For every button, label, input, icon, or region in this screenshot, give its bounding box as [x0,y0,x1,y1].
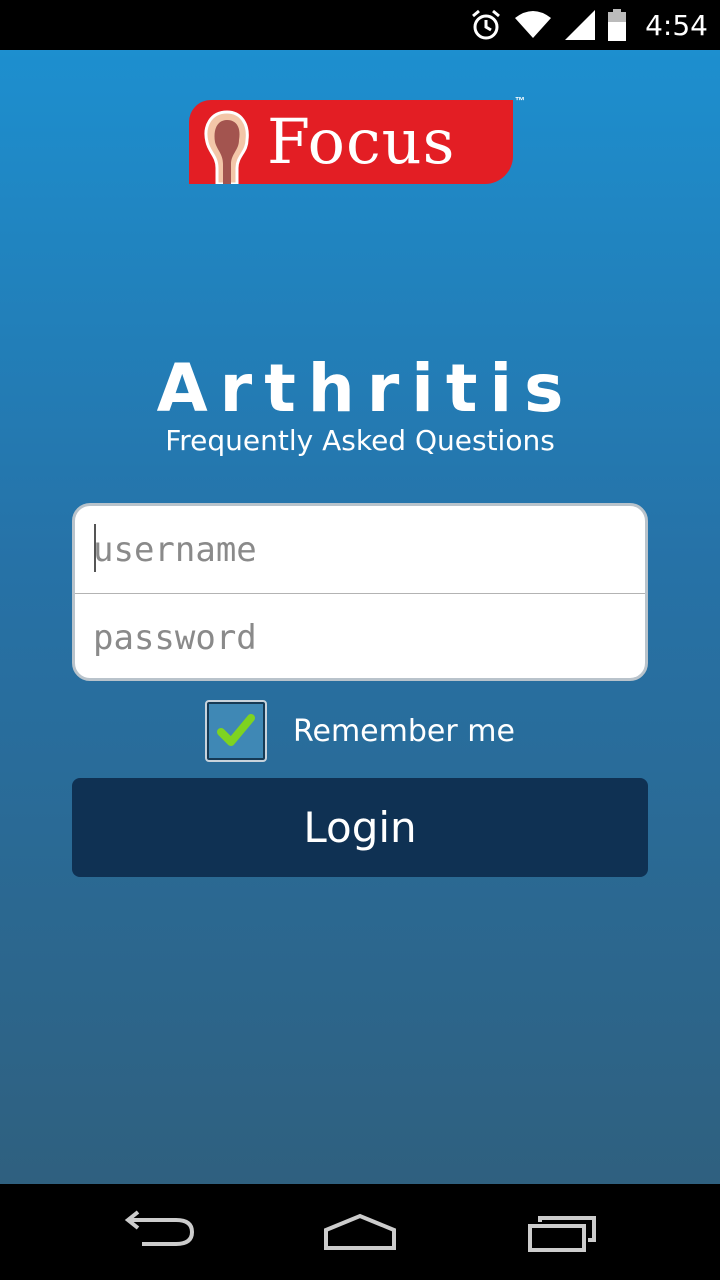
wifi-icon [515,11,552,38]
recent-apps-icon[interactable] [522,1204,602,1260]
alarm-icon [472,9,501,40]
status-icons: 4:54 [469,0,708,50]
focus-logo: Focus ™ [189,96,529,186]
text-cursor [94,524,96,572]
app-screen: Focus ™ Arthritis Frequently Asked Quest… [0,50,720,1184]
navigation-bar [0,1184,720,1280]
remember-me-label[interactable]: Remember me [293,714,515,749]
signal-icon [565,10,596,40]
trademark-symbol: ™ [515,96,525,107]
kidney-logo-icon [204,110,249,184]
logo-text: Focus [267,105,456,178]
page-subtitle: Frequently Asked Questions [165,424,555,457]
checkmark-icon [217,714,255,746]
login-form-card [72,503,648,681]
remember-me-row[interactable]: Remember me [205,700,515,762]
status-time: 4:54 [645,8,708,42]
login-button[interactable]: Login [72,778,648,877]
back-icon[interactable] [120,1204,200,1260]
remember-me-checkbox[interactable] [205,700,267,762]
username-input[interactable] [75,506,645,593]
password-input[interactable] [75,594,645,678]
page-title: Arthritis [156,350,576,427]
status-bar: 4:54 [0,0,720,50]
home-icon[interactable] [320,1204,400,1260]
battery-icon [608,9,627,41]
